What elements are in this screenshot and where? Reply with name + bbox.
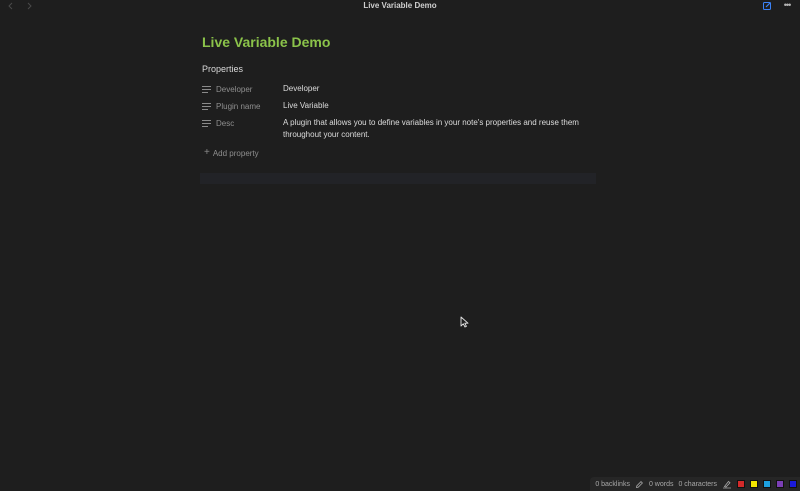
navigation-arrows [6, 0, 34, 12]
property-row-desc: Desc A plugin that allows you to define … [202, 116, 602, 140]
note-content: Live Variable Demo Properties Developer … [202, 30, 602, 159]
property-row-plugin-name: Plugin name Live Variable [202, 99, 602, 116]
window-title: Live Variable Demo [363, 0, 437, 10]
color-swatch-red[interactable] [737, 480, 745, 488]
edit-icon[interactable] [763, 1, 772, 10]
word-count: 0 words [648, 480, 674, 488]
property-value[interactable]: A plugin that allows you to define varia… [283, 117, 601, 140]
property-row-developer: Developer Developer [202, 82, 602, 99]
plus-icon: + [204, 147, 210, 158]
color-swatch-yellow[interactable] [750, 480, 758, 488]
properties-list: Developer Developer Plugin name Live Var… [202, 82, 602, 140]
property-value[interactable]: Live Variable [283, 100, 601, 112]
add-property-button[interactable]: + Add property [204, 147, 602, 159]
property-key[interactable]: Plugin name [202, 100, 283, 112]
text-lines-icon [202, 85, 211, 93]
title-bar: Live Variable Demo ••• [0, 0, 800, 12]
backlinks-count[interactable]: 0 backlinks [595, 481, 630, 488]
color-swatch-cyan[interactable] [763, 480, 771, 488]
color-swatch-blue[interactable] [789, 480, 797, 488]
more-options-icon[interactable]: ••• [782, 1, 792, 10]
character-count: 0 characters [678, 480, 717, 488]
property-key-label: Desc [216, 118, 235, 128]
properties-heading[interactable]: Properties [202, 63, 602, 75]
arrow-left-icon[interactable] [6, 1, 16, 11]
arrow-right-icon[interactable] [24, 1, 34, 11]
note-title[interactable]: Live Variable Demo [202, 32, 602, 52]
highlighter-icon[interactable] [722, 480, 732, 489]
pencil-icon[interactable] [635, 480, 644, 489]
property-key-label: Developer [216, 84, 253, 94]
text-lines-icon [202, 119, 211, 127]
add-property-label: Add property [212, 148, 259, 158]
text-lines-icon [202, 102, 211, 110]
property-value[interactable]: Developer [283, 83, 601, 95]
editor-body[interactable] [200, 173, 596, 184]
color-swatch-purple[interactable] [776, 480, 784, 488]
title-actions: ••• [763, 1, 792, 10]
property-key[interactable]: Developer [202, 83, 283, 95]
property-key-label: Plugin name [216, 101, 261, 111]
status-bar: 0 backlinks 0 words 0 characters [590, 477, 800, 491]
property-key[interactable]: Desc [202, 117, 283, 129]
mouse-cursor-icon [460, 315, 470, 328]
app-window: Live Variable Demo ••• Live Variable Dem… [0, 0, 800, 491]
